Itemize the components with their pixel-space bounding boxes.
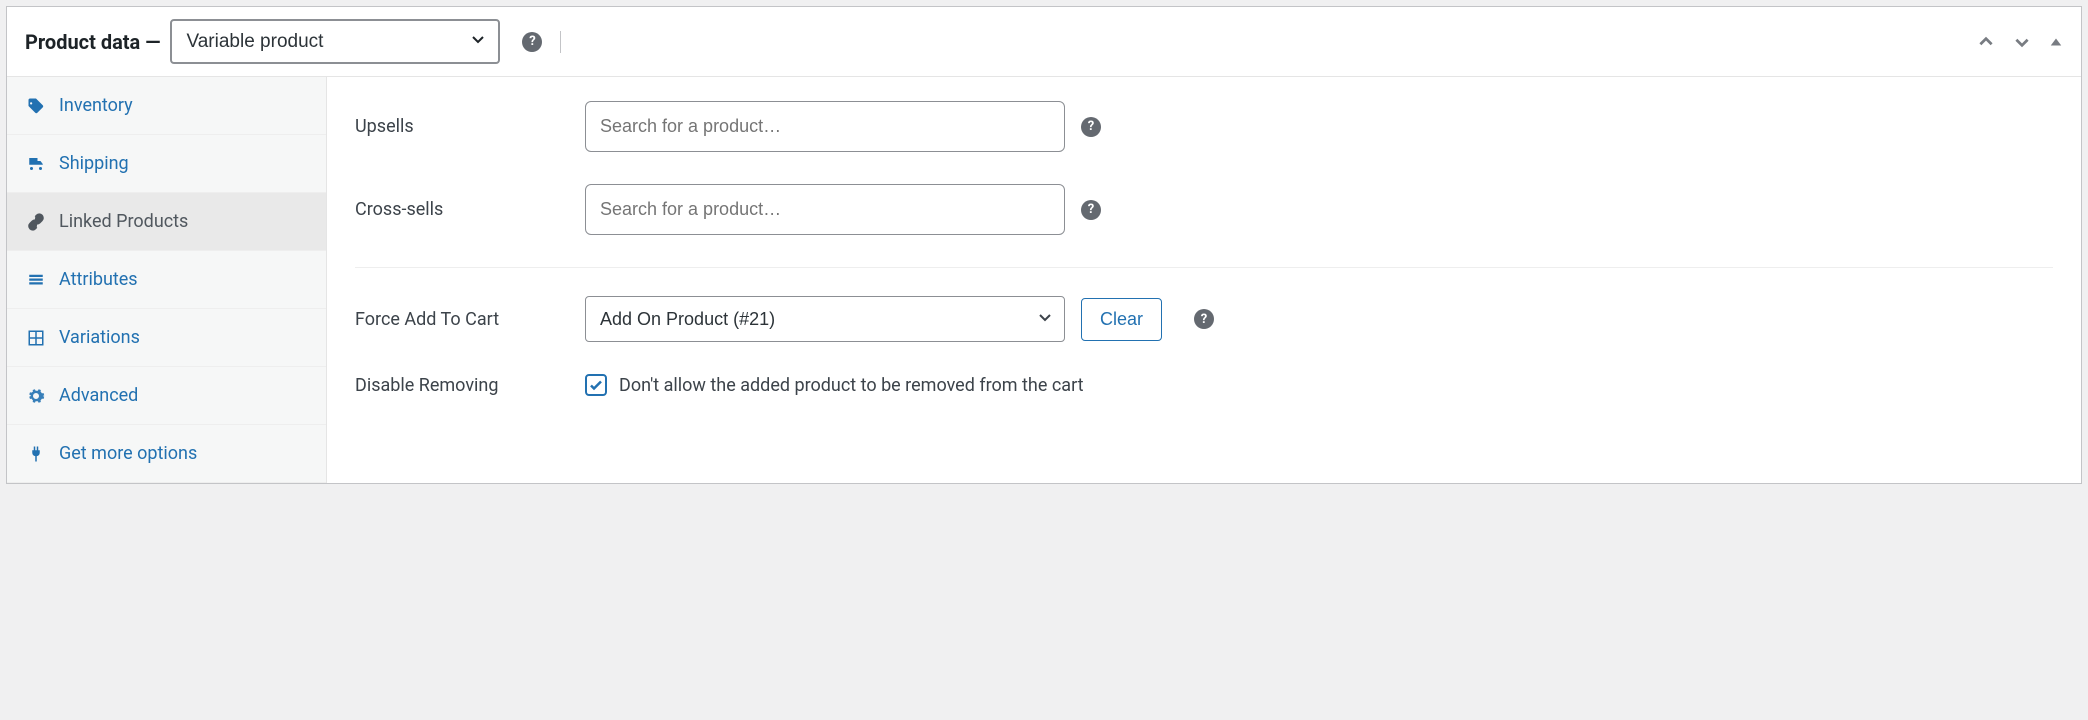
panel-header: Product data — Variable product ? xyxy=(7,7,2081,77)
row-force-add-to-cart: Force Add To Cart Add On Product (#21) C… xyxy=(355,267,2053,342)
list-icon xyxy=(27,271,45,289)
tab-label: Advanced xyxy=(59,385,138,406)
row-upsells: Upsells ? xyxy=(355,101,2053,152)
move-up-button[interactable] xyxy=(1973,29,1999,55)
panel-body: Inventory Shipping Linked Products Attri… xyxy=(7,77,2081,483)
tab-label: Inventory xyxy=(59,95,133,116)
tab-advanced[interactable]: Advanced xyxy=(7,367,326,425)
force-add-select[interactable]: Add On Product (#21) xyxy=(585,296,1065,342)
upsells-help-icon[interactable]: ? xyxy=(1081,117,1101,137)
panel-title: Product data — xyxy=(25,30,160,54)
force-add-label: Force Add To Cart xyxy=(355,309,585,330)
product-data-panel: Product data — Variable product ? xyxy=(6,6,2082,484)
panel-header-actions xyxy=(1973,29,2067,55)
force-add-help-icon[interactable]: ? xyxy=(1194,309,1214,329)
clear-button[interactable]: Clear xyxy=(1081,298,1162,341)
product-type-select[interactable]: Variable product xyxy=(170,19,500,64)
crosssells-search-input[interactable] xyxy=(585,184,1065,235)
tab-label: Get more options xyxy=(59,443,197,464)
tab-label: Linked Products xyxy=(59,211,188,232)
gear-icon xyxy=(27,387,45,405)
disable-removing-checkbox[interactable]: Don't allow the added product to be remo… xyxy=(585,374,1084,396)
row-disable-removing: Disable Removing Don't allow the added p… xyxy=(355,374,2053,396)
force-add-control: Add On Product (#21) Clear ? xyxy=(585,296,1214,342)
crosssells-label: Cross-sells xyxy=(355,199,585,220)
force-add-select-wrap: Add On Product (#21) xyxy=(585,296,1065,342)
chevron-down-icon xyxy=(2013,33,2031,51)
linked-products-content: Upsells ? Cross-sells ? Force Add To Car… xyxy=(327,77,2081,483)
move-down-button[interactable] xyxy=(2009,29,2035,55)
tab-label: Shipping xyxy=(59,153,129,174)
product-type-select-wrap: Variable product xyxy=(170,19,500,64)
triangle-up-icon xyxy=(2049,35,2063,49)
tab-attributes[interactable]: Attributes xyxy=(7,251,326,309)
upsells-search-input[interactable] xyxy=(585,101,1065,152)
header-help-icon[interactable]: ? xyxy=(522,32,542,52)
link-icon xyxy=(27,213,45,231)
disable-removing-label: Disable Removing xyxy=(355,375,585,396)
tab-get-more-options[interactable]: Get more options xyxy=(7,425,326,483)
plug-icon xyxy=(27,445,45,463)
tab-variations[interactable]: Variations xyxy=(7,309,326,367)
row-crosssells: Cross-sells ? xyxy=(355,184,2053,235)
tab-shipping[interactable]: Shipping xyxy=(7,135,326,193)
tabs-sidebar: Inventory Shipping Linked Products Attri… xyxy=(7,77,327,483)
grid-icon xyxy=(27,329,45,347)
upsells-control: ? xyxy=(585,101,1101,152)
tab-linked-products[interactable]: Linked Products xyxy=(7,193,326,251)
tag-icon xyxy=(27,97,45,115)
upsells-label: Upsells xyxy=(355,116,585,137)
disable-removing-checkbox-label: Don't allow the added product to be remo… xyxy=(619,375,1084,396)
crosssells-help-icon[interactable]: ? xyxy=(1081,200,1101,220)
tab-inventory[interactable]: Inventory xyxy=(7,77,326,135)
disable-removing-control: Don't allow the added product to be remo… xyxy=(585,374,1084,396)
collapse-button[interactable] xyxy=(2045,29,2067,55)
header-divider xyxy=(560,31,561,53)
crosssells-control: ? xyxy=(585,184,1101,235)
tab-label: Variations xyxy=(59,327,140,348)
tab-label: Attributes xyxy=(59,269,138,290)
chevron-up-icon xyxy=(1977,33,1995,51)
truck-icon xyxy=(27,155,45,173)
checkbox-checked-icon xyxy=(585,374,607,396)
